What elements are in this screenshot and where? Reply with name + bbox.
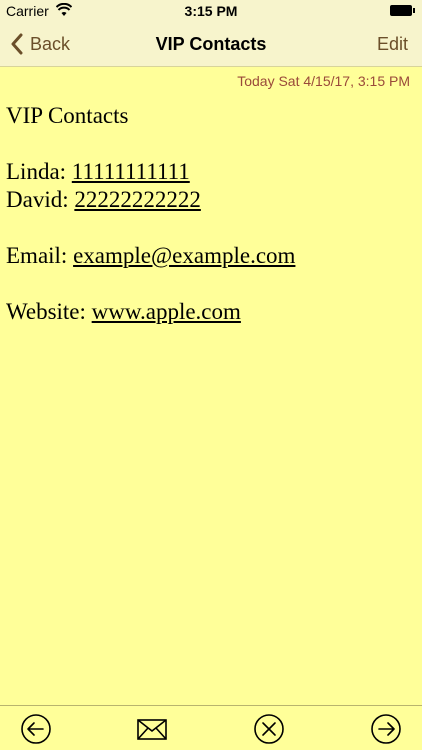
envelope-icon bbox=[137, 719, 167, 740]
arrow-right-circle-icon bbox=[371, 714, 401, 744]
status-time: 3:15 PM bbox=[184, 3, 238, 19]
website-label: Website: bbox=[6, 299, 92, 324]
page-title: VIP Contacts bbox=[155, 34, 267, 54]
david-phone-link[interactable]: 22222222222 bbox=[74, 187, 201, 212]
edit-button[interactable]: Edit bbox=[377, 22, 408, 66]
website-link[interactable]: www.apple.com bbox=[92, 299, 241, 324]
linda-label: Linda: bbox=[6, 159, 72, 184]
navigation-bar: Back VIP Contacts Edit bbox=[0, 22, 422, 67]
status-bar: Carrier 3:15 PM bbox=[0, 0, 422, 22]
note-heading: VIP Contacts bbox=[6, 103, 129, 128]
battery-icon bbox=[390, 5, 415, 16]
linda-line: Linda: 11111111111 bbox=[6, 158, 416, 186]
arrow-left-circle-icon bbox=[21, 714, 51, 744]
david-line: David: 22222222222 bbox=[6, 186, 416, 214]
note-body[interactable]: VIP Contacts Linda: 11111111111 David: 2… bbox=[6, 102, 416, 326]
delete-button[interactable] bbox=[253, 713, 285, 745]
email-button[interactable] bbox=[136, 713, 168, 745]
note-timestamp: Today Sat 4/15/17, 3:15 PM bbox=[237, 73, 410, 89]
close-circle-icon bbox=[254, 714, 284, 744]
previous-button[interactable] bbox=[20, 713, 52, 745]
website-line: Website: www.apple.com bbox=[6, 298, 416, 326]
linda-phone-link[interactable]: 11111111111 bbox=[72, 159, 190, 184]
bottom-toolbar bbox=[0, 705, 422, 750]
next-button[interactable] bbox=[370, 713, 402, 745]
david-label: David: bbox=[6, 187, 75, 212]
email-link[interactable]: example@example.com bbox=[73, 243, 295, 268]
email-line: Email: example@example.com bbox=[6, 242, 416, 270]
email-label: Email: bbox=[6, 243, 74, 268]
